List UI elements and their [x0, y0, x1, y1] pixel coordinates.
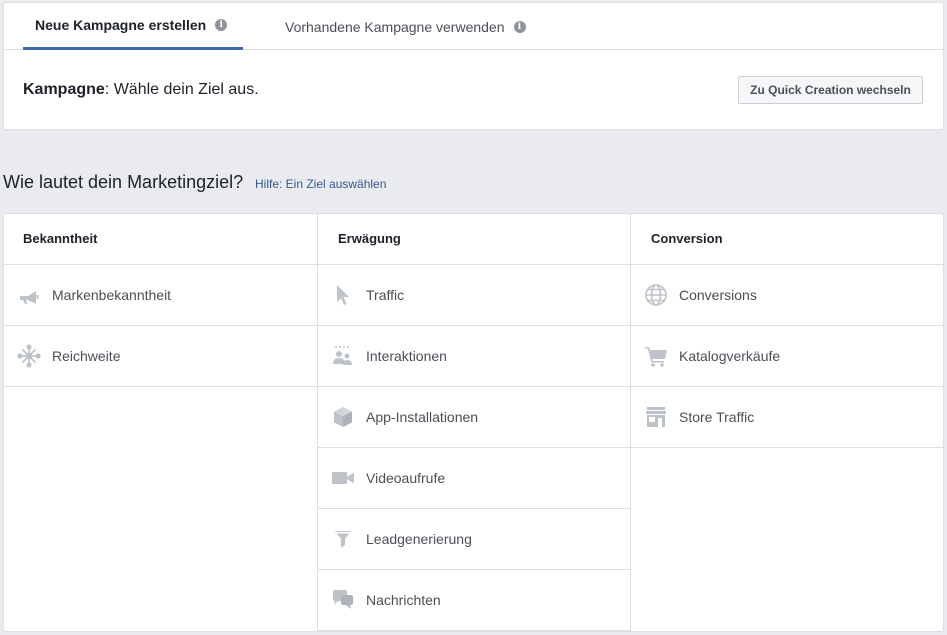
shopping-cart-icon [644, 344, 668, 368]
objective-label: App-Installationen [366, 409, 479, 425]
objective-label: Videoaufrufe [366, 470, 446, 486]
campaign-instruction: : Wähle dein Ziel aus. [104, 81, 259, 98]
chat-bubbles-icon [331, 588, 355, 612]
objective-label: Conversions [679, 287, 757, 303]
cursor-icon [331, 283, 355, 307]
objective-store-traffic[interactable]: Store Traffic [631, 387, 943, 448]
column-awareness: Bekanntheit Markenbekanntheit Reichweite [4, 214, 317, 631]
objective-label: Interaktionen [366, 348, 447, 364]
objective-label: Traffic [366, 287, 405, 303]
store-icon [644, 405, 668, 429]
objective-label: Nachrichten [366, 592, 441, 608]
objective-label: Store Traffic [679, 409, 755, 425]
objective-label: Reichweite [52, 348, 121, 364]
globe-icon [644, 283, 668, 307]
objective-grid: Bekanntheit Markenbekanntheit Reichweite… [3, 213, 944, 632]
objective-engagement[interactable]: Interaktionen [318, 326, 630, 387]
info-icon[interactable]: i [215, 19, 228, 31]
campaign-objective-text: Kampagne: Wähle dein Ziel aus. [23, 81, 259, 99]
tab-existing-campaign-label: Vorhandene Kampagne verwenden [285, 18, 505, 35]
objective-video-views[interactable]: Videoaufrufe [318, 448, 630, 509]
column-header: Bekanntheit [4, 214, 317, 265]
tab-bar: Neue Kampagne erstellen i Vorhandene Kam… [4, 3, 943, 50]
campaign-card: Neue Kampagne erstellen i Vorhandene Kam… [3, 2, 944, 130]
objective-brand-awareness[interactable]: Markenbekanntheit [4, 265, 317, 326]
box-icon [331, 405, 355, 429]
video-camera-icon [331, 466, 355, 490]
objective-app-installs[interactable]: App-Installationen [318, 387, 630, 448]
funnel-icon [331, 527, 355, 551]
objective-messages[interactable]: Nachrichten [318, 570, 630, 631]
objective-traffic[interactable]: Traffic [318, 265, 630, 326]
objective-label: Katalogverkäufe [679, 348, 781, 364]
campaign-row: Kampagne: Wähle dein Ziel aus. Zu Quick … [4, 50, 943, 130]
tab-new-campaign[interactable]: Neue Kampagne erstellen i [23, 3, 243, 50]
objective-label: Markenbekanntheit [52, 287, 172, 303]
objective-catalog-sales[interactable]: Katalogverkäufe [631, 326, 943, 387]
objective-label: Leadgenerierung [366, 531, 472, 547]
tab-new-campaign-label: Neue Kampagne erstellen [35, 17, 207, 33]
tab-existing-campaign[interactable]: Vorhandene Kampagne verwenden i [284, 3, 526, 50]
column-consideration: Erwägung Traffic Interaktionen App-Insta… [317, 214, 630, 631]
column-header: Erwägung [318, 214, 630, 265]
column-conversion: Conversion Conversions Katalogverkäufe S… [630, 214, 943, 631]
objective-conversions[interactable]: Conversions [631, 265, 943, 326]
column-header: Conversion [631, 214, 943, 265]
people-icon [331, 344, 355, 368]
reach-icon [17, 344, 41, 368]
quick-creation-button[interactable]: Zu Quick Creation wechseln [738, 76, 923, 104]
objective-lead-generation[interactable]: Leadgenerierung [318, 509, 630, 570]
info-icon[interactable]: i [513, 20, 526, 33]
objective-reach[interactable]: Reichweite [4, 326, 317, 387]
campaign-label: Kampagne [23, 81, 105, 98]
megaphone-icon [17, 283, 41, 307]
marketing-objective-question: Wie lautet dein Marketingziel? [3, 172, 244, 192]
help-link[interactable]: Hilfe: Ein Ziel auswählen [255, 177, 386, 191]
